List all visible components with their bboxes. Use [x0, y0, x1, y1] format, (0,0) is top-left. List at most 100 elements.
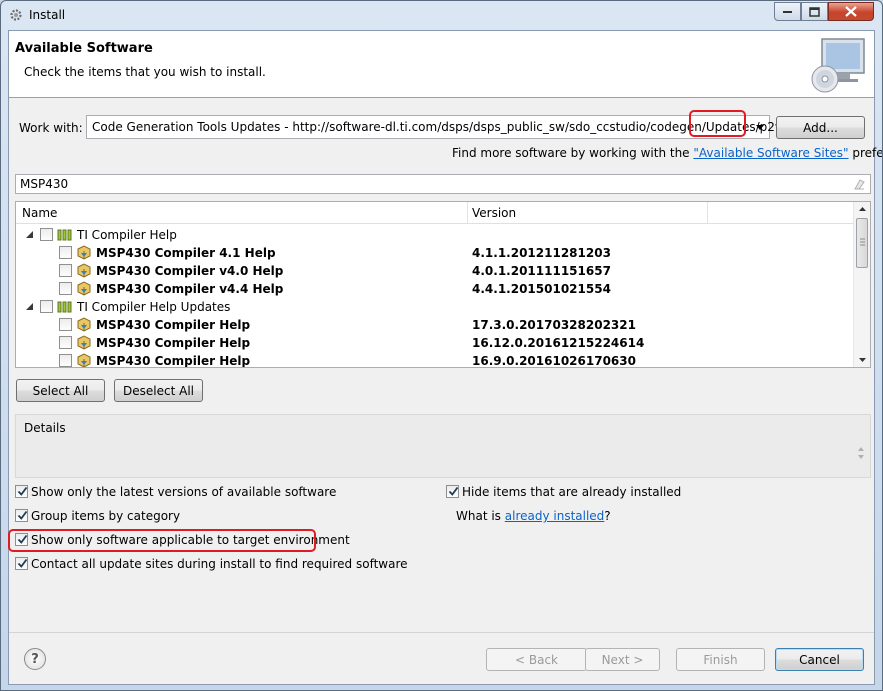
column-divider[interactable] [707, 202, 708, 224]
tree-item-row[interactable]: MSP430 Compiler v4.4 Help 4.4.1.201501021… [16, 280, 854, 298]
item-checkbox[interactable] [59, 246, 72, 259]
installable-unit-icon [77, 335, 91, 350]
contact-sites-checkbox[interactable] [15, 557, 28, 570]
expand-triangle-icon[interactable] [25, 302, 34, 311]
item-version: 17.3.0.20170328202321 [472, 318, 636, 332]
group-checkbox[interactable] [40, 300, 53, 313]
deselect-all-button[interactable]: Deselect All [114, 379, 203, 402]
filter-value: MSP430 [20, 177, 69, 191]
item-checkbox[interactable] [59, 282, 72, 295]
tree-item-row[interactable]: MSP430 Compiler Help 16.12.0.201612152246… [16, 334, 854, 352]
install-dialog: Install Available Software Check the ite… [0, 0, 883, 691]
maximize-icon [809, 6, 820, 17]
close-button[interactable] [828, 2, 874, 21]
highlight-box-p2win32 [689, 110, 746, 137]
tree-vertical-scrollbar[interactable] [853, 202, 870, 367]
combo-dropdown-button[interactable] [751, 116, 769, 138]
add-button[interactable]: Add... [776, 116, 865, 139]
column-header-name[interactable]: Name [22, 206, 57, 220]
already-installed-link[interactable]: already installed [505, 509, 605, 523]
item-checkbox[interactable] [59, 264, 72, 277]
tree-group-row[interactable]: TI Compiler Help [16, 226, 854, 244]
checkmark-icon [17, 486, 28, 496]
scroll-up-arrow[interactable] [854, 202, 870, 216]
what-is-installed-text: What is already installed? [456, 509, 611, 523]
what-is-suffix: ? [604, 509, 611, 523]
hide-installed-label: Hide items that are already installed [462, 485, 682, 499]
page-subtitle: Check the items that you wish to install… [24, 65, 266, 79]
filter-input[interactable]: MSP430 [15, 174, 871, 194]
item-version: 4.0.1.201111151657 [472, 264, 611, 278]
maximize-button[interactable] [801, 2, 828, 21]
group-label: TI Compiler Help [77, 228, 177, 242]
installable-unit-icon [77, 317, 91, 332]
page-title: Available Software [15, 41, 153, 56]
finish-button[interactable]: Finish [676, 648, 765, 671]
details-label: Details [24, 421, 66, 435]
work-with-label: Work with: [19, 121, 83, 135]
group-label: TI Compiler Help Updates [77, 300, 231, 314]
what-is-prefix: What is [456, 509, 505, 523]
checkmark-icon [448, 486, 459, 496]
scroll-down-arrow[interactable] [854, 353, 870, 367]
details-scroll-icon[interactable] [856, 445, 866, 461]
chevron-down-icon [756, 124, 764, 130]
minimize-icon [782, 10, 792, 13]
group-by-category-checkbox[interactable] [15, 509, 28, 522]
grip-icon [860, 238, 865, 246]
item-checkbox[interactable] [59, 354, 72, 367]
dialog-client-area: Available Software Check the items that … [8, 30, 882, 685]
cancel-button[interactable]: Cancel [775, 648, 864, 671]
item-version: 16.9.0.20161026170630 [472, 354, 636, 368]
help-icon: ? [31, 651, 39, 667]
contact-sites-label: Contact all update sites during install … [31, 557, 408, 571]
latest-versions-checkbox[interactable] [15, 485, 28, 498]
help-button[interactable]: ? [24, 648, 46, 670]
column-header-version[interactable]: Version [472, 206, 516, 220]
item-name: MSP430 Compiler v4.4 Help [96, 282, 284, 296]
tree-item-row[interactable]: MSP430 Compiler Help 16.9.0.2016102617063… [16, 352, 854, 368]
available-software-sites-link[interactable]: "Available Software Sites" [693, 146, 848, 160]
group-checkbox[interactable] [40, 228, 53, 241]
title-bar[interactable]: Install [1, 1, 882, 30]
hide-installed-checkbox[interactable] [446, 485, 459, 498]
find-more-text: Find more software by working with the "… [452, 146, 883, 160]
find-more-suffix: preferences. [852, 146, 883, 160]
work-with-combo[interactable]: Code Generation Tools Updates - http://s… [86, 115, 815, 139]
item-name: MSP430 Compiler 4.1 Help [96, 246, 276, 260]
installable-unit-icon [77, 245, 91, 260]
find-more-prefix: Find more software by working with the [452, 146, 694, 160]
footer-separator [9, 632, 874, 633]
tree-header: Name Version [16, 202, 854, 224]
dialog-header: Available Software Check the items that … [9, 31, 874, 98]
tree-item-row[interactable]: MSP430 Compiler Help 17.3.0.2017032820232… [16, 316, 854, 334]
install-banner-icon [811, 38, 865, 93]
checkmark-icon [17, 558, 28, 568]
item-checkbox[interactable] [59, 336, 72, 349]
clear-filter-icon[interactable] [852, 178, 866, 190]
item-version: 4.4.1.201501021554 [472, 282, 611, 296]
category-icon [57, 229, 72, 241]
item-version: 16.12.0.20161215224614 [472, 336, 645, 350]
tree-group-row[interactable]: TI Compiler Help Updates [16, 298, 854, 316]
select-all-button[interactable]: Select All [16, 379, 105, 402]
category-icon [57, 301, 72, 313]
tree-item-row[interactable]: MSP430 Compiler 4.1 Help 4.1.1.2012112812… [16, 244, 854, 262]
minimize-button[interactable] [774, 2, 801, 21]
item-name: MSP430 Compiler Help [96, 336, 251, 350]
window-title: Install [29, 8, 66, 22]
back-button[interactable]: < Back [486, 648, 587, 671]
software-tree-table[interactable]: Name Version TI Compiler Help MSP430 Comp… [15, 201, 871, 368]
highlight-box-applicable-only [8, 529, 316, 552]
column-divider[interactable] [467, 202, 468, 224]
app-gear-icon [10, 9, 22, 21]
item-name: MSP430 Compiler Help [96, 318, 251, 332]
scroll-up-icon [859, 207, 866, 211]
tree-item-row[interactable]: MSP430 Compiler v4.0 Help 4.0.1.201111151… [16, 262, 854, 280]
scrollbar-thumb[interactable] [856, 218, 868, 268]
next-button[interactable]: Next > [585, 648, 660, 671]
item-checkbox[interactable] [59, 318, 72, 331]
latest-versions-label: Show only the latest versions of availab… [31, 485, 337, 499]
installable-unit-icon [77, 353, 91, 367]
expand-triangle-icon[interactable] [25, 230, 34, 239]
